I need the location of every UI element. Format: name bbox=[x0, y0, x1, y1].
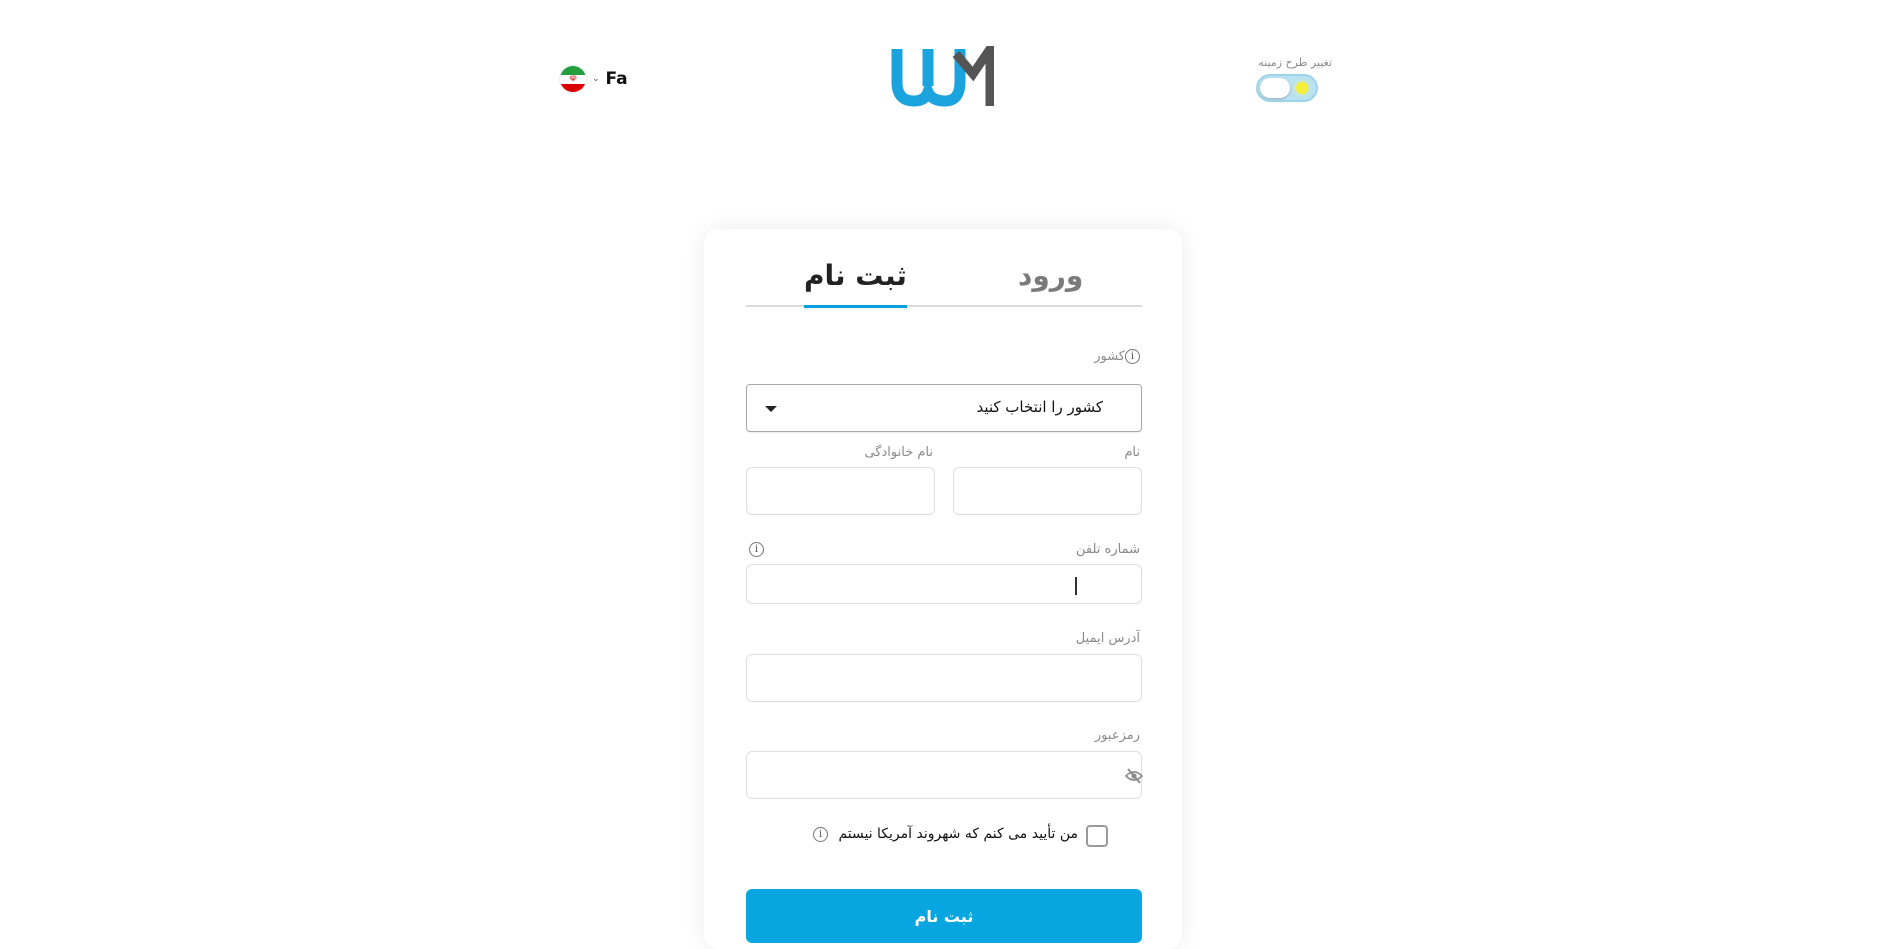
first-name-label: نام bbox=[1124, 445, 1140, 460]
eye-slash-icon[interactable] bbox=[1125, 768, 1143, 784]
country-select[interactable]: کشور را انتخاب کنید bbox=[746, 384, 1142, 432]
text-cursor bbox=[1075, 577, 1077, 595]
country-label-row: iکشور bbox=[1094, 349, 1140, 364]
phone-input[interactable] bbox=[746, 564, 1142, 604]
iran-flag-icon: ☫ bbox=[560, 66, 586, 92]
tab-register[interactable]: ثبت نام bbox=[804, 259, 907, 308]
us-citizen-label-row: من تأیید می کنم که شهروند آمریکا نیستم i bbox=[812, 826, 1078, 842]
theme-switch[interactable] bbox=[1256, 74, 1318, 102]
auth-tabs: ورود ثبت نام bbox=[746, 259, 1142, 308]
tab-register-label: ثبت نام bbox=[804, 259, 907, 292]
caret-down-icon bbox=[765, 406, 777, 412]
us-citizen-checkbox[interactable] bbox=[1086, 825, 1108, 847]
tab-login-label: ورود bbox=[1018, 259, 1084, 292]
country-select-value: کشور را انتخاب کنید bbox=[976, 398, 1103, 416]
password-label: رمزعبور bbox=[1094, 728, 1140, 743]
top-header: ☫ ⌄ Fa تغییر طرح زمینه bbox=[0, 0, 1894, 140]
site-logo bbox=[891, 46, 994, 107]
language-selector[interactable]: ☫ ⌄ Fa bbox=[560, 64, 628, 94]
country-label: کشور bbox=[1094, 349, 1125, 364]
email-input[interactable] bbox=[746, 654, 1142, 702]
active-tab-indicator bbox=[804, 305, 907, 308]
password-input[interactable] bbox=[746, 751, 1143, 799]
info-icon[interactable]: i bbox=[749, 542, 764, 557]
sun-icon bbox=[1296, 82, 1308, 94]
theme-label: تغییر طرح زمینه bbox=[1258, 56, 1332, 69]
tab-login[interactable]: ورود bbox=[1018, 259, 1083, 305]
theme-toggle-group: تغییر طرح زمینه bbox=[1252, 56, 1332, 102]
info-icon[interactable]: i bbox=[1125, 349, 1140, 364]
language-code: Fa bbox=[605, 69, 628, 89]
last-name-input[interactable] bbox=[746, 467, 935, 515]
us-citizen-label: من تأیید می کنم که شهروند آمریکا نیستم bbox=[838, 826, 1078, 842]
first-name-input[interactable] bbox=[953, 467, 1142, 515]
info-icon[interactable]: i bbox=[812, 826, 828, 842]
email-label: آدرس ایمیل bbox=[1075, 631, 1140, 646]
phone-label: شماره تلفن bbox=[1076, 542, 1140, 557]
chevron-down-icon: ⌄ bbox=[592, 74, 600, 84]
last-name-label: نام خانوادگی bbox=[864, 445, 933, 460]
switch-knob bbox=[1260, 78, 1290, 98]
auth-card: ورود ثبت نام iکشور کشور را انتخاب کنید ن… bbox=[704, 229, 1182, 949]
register-submit-button[interactable]: ثبت نام bbox=[746, 889, 1142, 943]
